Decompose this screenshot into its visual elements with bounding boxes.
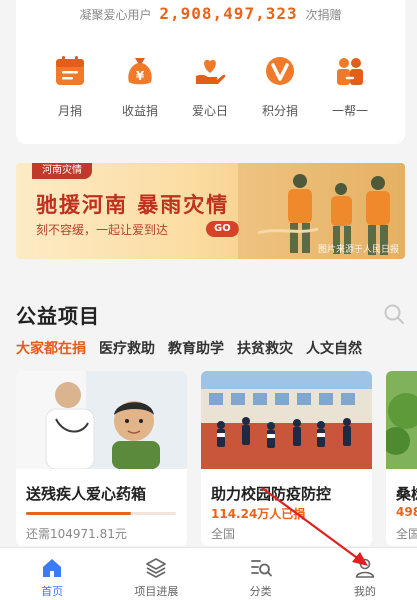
project-donors: 114.24万人已捐: [211, 507, 306, 521]
nav-home[interactable]: 首页: [0, 548, 104, 600]
henan-relief-banner[interactable]: 河南灾情 驰援河南 暴雨灾情 刻不容缓，一起让爱到达 GO 图片来源于人民日报: [16, 163, 405, 259]
user-icon: [355, 558, 375, 578]
app-page: 凝聚爱心用户 2,908,497,323 次捐赠 月捐 ¥ 收益捐 爱心日 积分…: [0, 0, 417, 600]
bottom-navigation: 首页 项目进展 分类 我的: [0, 547, 417, 600]
layers-icon: [146, 558, 167, 578]
tab-medical[interactable]: 医疗救助: [99, 338, 155, 358]
tab-culture-nature[interactable]: 人文自然: [306, 338, 362, 358]
quick-action-yield[interactable]: ¥ 收益捐: [105, 54, 175, 119]
category-search-icon: [250, 560, 272, 577]
project-progress-bar: [26, 512, 176, 515]
quick-action-label: 一帮一: [331, 104, 368, 118]
project-remaining: 还需104971.81元: [26, 527, 127, 541]
project-card[interactable]: 桑树 498 全国: [386, 371, 417, 546]
category-tabs: 大家都在捐 医疗救助 教育助学 扶贫救灾 人文自然: [16, 338, 417, 358]
project-image-doctor-child: [16, 371, 187, 469]
section-title: 公益项目: [16, 304, 100, 328]
quick-actions: 月捐 ¥ 收益捐 爱心日 积分捐 一帮一: [16, 54, 405, 119]
project-title: 桑树: [396, 485, 417, 503]
nav-label: 项目进展: [134, 585, 179, 598]
nav-label: 我的: [353, 585, 376, 598]
tab-poverty-disaster[interactable]: 扶贫救灾: [237, 338, 293, 358]
search-icon[interactable]: [383, 303, 405, 325]
quick-action-label: 积分捐: [261, 104, 298, 118]
project-image-mulberry: [386, 371, 417, 469]
project-title: 送残疾人爱心药箱: [26, 485, 147, 503]
banner-subtitle: 刻不容缓，一起让爱到达: [36, 223, 169, 237]
banner-tag: 河南灾情: [32, 163, 92, 179]
nav-label: 首页: [41, 585, 64, 598]
project-card[interactable]: 送残疾人爱心药箱 还需104971.81元: [16, 371, 187, 546]
project-progress-fill: [26, 512, 131, 515]
quick-action-label: 爱心日: [191, 104, 228, 118]
quick-action-label: 收益捐: [121, 104, 158, 118]
nav-category[interactable]: 分类: [209, 548, 313, 600]
project-image-students-running: [201, 371, 372, 469]
quick-action-points[interactable]: 积分捐: [245, 54, 315, 119]
money-bag-icon: ¥: [128, 58, 152, 85]
heart-hand-icon: [196, 59, 226, 84]
two-people-icon: [337, 58, 363, 85]
tab-popular[interactable]: 大家都在捐: [16, 338, 86, 358]
calendar-icon: [56, 56, 84, 85]
project-region: 全国: [396, 527, 417, 541]
svg-text:¥: ¥: [136, 69, 145, 83]
nav-mine[interactable]: 我的: [313, 548, 417, 600]
banner-go-button[interactable]: GO: [206, 221, 239, 237]
project-donors: 498: [396, 505, 417, 519]
donor-count: 2,908,497,323: [159, 4, 298, 23]
quick-action-label: 月捐: [57, 104, 82, 118]
donor-prefix: 凝聚爱心用户: [79, 8, 152, 22]
summary-card: 凝聚爱心用户 2,908,497,323 次捐赠 月捐 ¥ 收益捐 爱心日 积分…: [16, 0, 405, 144]
quick-action-one-to-one[interactable]: 一帮一: [315, 54, 385, 119]
project-title: 助力校园防疫防控: [211, 485, 332, 503]
project-region: 全国: [211, 527, 236, 541]
quick-action-love-day[interactable]: 爱心日: [175, 54, 245, 119]
project-card[interactable]: 助力校园防疫防控 114.24万人已捐 全国: [201, 371, 372, 546]
project-list: 送残疾人爱心药箱 还需104971.81元 助力校园防疫防控 114.24万人已…: [16, 371, 417, 546]
donor-suffix: 次捐赠: [305, 8, 342, 22]
home-icon: [43, 559, 62, 577]
banner-title: 驰援河南 暴雨灾情: [36, 193, 230, 217]
donor-summary: 凝聚爱心用户 2,908,497,323 次捐赠: [16, 4, 405, 23]
banner-image-credit: 图片来源于人民日报: [317, 245, 399, 255]
tab-education[interactable]: 教育助学: [168, 338, 224, 358]
nav-label: 分类: [249, 585, 272, 598]
points-v-icon: [266, 57, 294, 85]
quick-action-monthly[interactable]: 月捐: [35, 54, 105, 119]
nav-project-progress[interactable]: 项目进展: [104, 548, 208, 600]
